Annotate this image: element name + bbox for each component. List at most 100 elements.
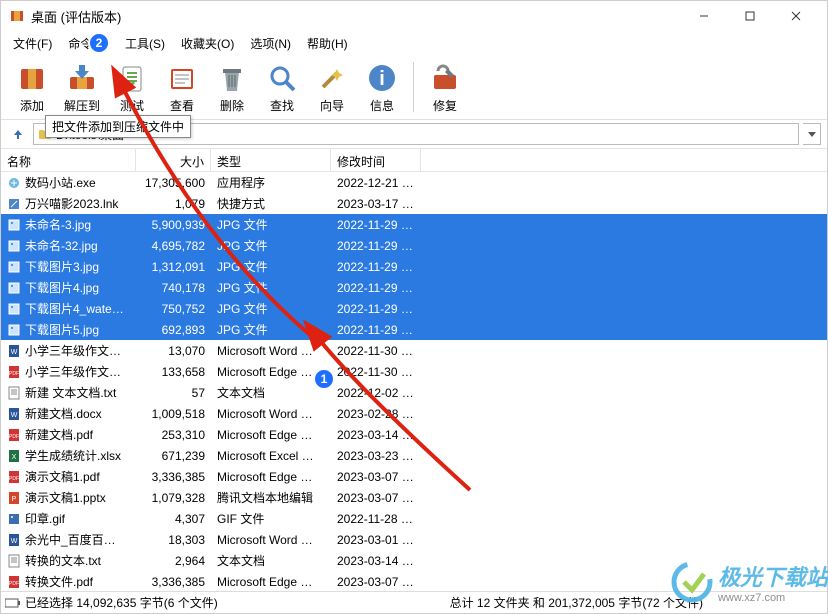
file-date: 2022-11-29 1… bbox=[331, 300, 421, 318]
file-size: 692,893 bbox=[136, 321, 211, 339]
jpg-icon bbox=[7, 239, 21, 253]
annotation-badge-1: 1 bbox=[313, 368, 335, 390]
tool-test[interactable]: 测试 bbox=[107, 58, 157, 116]
close-button[interactable] bbox=[773, 1, 819, 31]
file-type: JPG 文件 bbox=[211, 256, 331, 277]
add-icon bbox=[14, 60, 50, 96]
tool-delete[interactable]: 删除 bbox=[207, 58, 257, 116]
table-row[interactable]: 下载图片4.jpg740,178JPG 文件2022-11-29 1… bbox=[1, 277, 827, 298]
table-row[interactable]: 下载图片4_wate…750,752JPG 文件2022-11-29 1… bbox=[1, 298, 827, 319]
table-row[interactable]: 万兴喵影2023.lnk1,079快捷方式2023-03-17 1… bbox=[1, 193, 827, 214]
tool-extract[interactable]: 解压到 bbox=[57, 58, 107, 116]
table-row[interactable]: PDF 演示文稿1.pdf 3,336,385Microsoft Edge …202… bbox=[1, 466, 827, 487]
file-size: 4,307 bbox=[136, 510, 211, 528]
svg-text:PDF: PDF bbox=[9, 476, 19, 482]
file-date: 2023-03-07 1… bbox=[331, 468, 421, 486]
file-type: 文本文档 bbox=[211, 550, 331, 571]
delete-icon bbox=[214, 60, 250, 96]
column-header: 名称 大小 类型 修改时间 bbox=[1, 148, 827, 172]
table-row[interactable]: W余光中_百度百…18,303Microsoft Word …2023-03-0… bbox=[1, 529, 827, 550]
file-type: Microsoft Word … bbox=[211, 342, 331, 360]
table-row[interactable]: 数码小站.exe17,305,600应用程序2022-12-21 1… bbox=[1, 172, 827, 193]
file-name: 学生成绩统计.xlsx bbox=[25, 447, 121, 464]
table-row[interactable]: 未命名-3.jpg5,900,939JPG 文件2022-11-29 1… bbox=[1, 214, 827, 235]
menu-2[interactable]: 工具(S) bbox=[117, 33, 173, 54]
file-date: 2022-11-29 1… bbox=[331, 258, 421, 276]
file-type: JPG 文件 bbox=[211, 298, 331, 319]
tool-repair[interactable]: 修复 bbox=[420, 58, 470, 116]
exe-icon bbox=[7, 176, 21, 190]
file-date: 2023-03-14 1… bbox=[331, 426, 421, 444]
tool-label: 查找 bbox=[270, 97, 294, 114]
menubar: 文件(F)命令(C)工具(S)收藏夹(O)选项(N)帮助(H) bbox=[1, 31, 827, 55]
file-size: 671,239 bbox=[136, 447, 211, 465]
file-name: 演示文稿1.pptx bbox=[25, 489, 106, 506]
file-name: 万兴喵影2023.lnk bbox=[25, 195, 118, 212]
pdf-icon: PDF bbox=[7, 470, 21, 484]
info-icon: i bbox=[364, 60, 400, 96]
file-size: 750,752 bbox=[136, 300, 211, 318]
svg-text:W: W bbox=[11, 538, 18, 545]
table-row[interactable]: 未命名-32.jpg4,695,782JPG 文件2022-11-29 1… bbox=[1, 235, 827, 256]
menu-5[interactable]: 帮助(H) bbox=[299, 33, 356, 54]
file-date: 2022-11-29 1… bbox=[331, 279, 421, 297]
menu-3[interactable]: 收藏夹(O) bbox=[173, 33, 242, 54]
find-icon bbox=[264, 60, 300, 96]
file-date: 2022-11-30 9… bbox=[331, 342, 421, 360]
file-type: 快捷方式 bbox=[211, 193, 331, 214]
up-button[interactable] bbox=[7, 123, 29, 145]
watermark-url: www.xz7.com bbox=[718, 592, 828, 604]
jpg-icon bbox=[7, 323, 21, 337]
col-type[interactable]: 类型 bbox=[211, 149, 331, 171]
file-type: Microsoft Edge … bbox=[211, 426, 331, 444]
col-date[interactable]: 修改时间 bbox=[331, 149, 421, 171]
file-name: 转换的文本.txt bbox=[25, 552, 101, 569]
svg-text:PDF: PDF bbox=[9, 581, 19, 587]
file-name: 下载图片4.jpg bbox=[25, 279, 99, 296]
file-date: 2022-11-29 1… bbox=[331, 237, 421, 255]
tooltip: 把文件添加到压缩文件中 bbox=[45, 115, 191, 138]
table-row[interactable]: W小学三年级作文…13,070Microsoft Word …2022-11-3… bbox=[1, 340, 827, 361]
file-name: 新建文档.docx bbox=[25, 405, 102, 422]
file-name: 演示文稿1.pdf bbox=[25, 468, 100, 485]
menu-4[interactable]: 选项(N) bbox=[242, 33, 299, 54]
col-size[interactable]: 大小 bbox=[136, 149, 211, 171]
maximize-button[interactable] bbox=[727, 1, 773, 31]
window-title: 桌面 (评估版本) bbox=[31, 7, 681, 26]
file-size: 3,336,385 bbox=[136, 468, 211, 486]
table-row[interactable]: 印章.gif4,307GIF 文件2022-11-28 1… bbox=[1, 508, 827, 529]
minimize-button[interactable] bbox=[681, 1, 727, 31]
file-list[interactable]: 数码小站.exe17,305,600应用程序2022-12-21 1…万兴喵影2… bbox=[1, 172, 827, 591]
table-row[interactable]: PDF新建文档.pdf253,310Microsoft Edge …2023-0… bbox=[1, 424, 827, 445]
table-row[interactable]: P演示文稿1.pptx1,079,328腾讯文档本地编辑2023-03-07 1… bbox=[1, 487, 827, 508]
file-name: 新建 文本文档.txt bbox=[25, 384, 116, 401]
svg-text:PDF: PDF bbox=[9, 434, 19, 440]
table-row[interactable]: PDF小学三年级作文…133,658Microsoft Edge …2022-1… bbox=[1, 361, 827, 382]
file-size: 3,336,385 bbox=[136, 573, 211, 591]
col-name[interactable]: 名称 bbox=[1, 149, 136, 171]
table-row[interactable]: 下载图片3.jpg1,312,091JPG 文件2022-11-29 1… bbox=[1, 256, 827, 277]
txt-icon bbox=[7, 386, 21, 400]
file-type: Microsoft Word … bbox=[211, 531, 331, 549]
svg-text:X: X bbox=[12, 454, 17, 461]
table-row[interactable]: 新建 文本文档.txt57文本文档2022-12-02 9… bbox=[1, 382, 827, 403]
table-row[interactable]: X学生成绩统计.xlsx671,239Microsoft Excel …2023… bbox=[1, 445, 827, 466]
watermark-text: 极光下载站 bbox=[718, 560, 828, 592]
svg-text:P: P bbox=[12, 496, 17, 503]
tool-find[interactable]: 查找 bbox=[257, 58, 307, 116]
table-row[interactable]: W新建文档.docx1,009,518Microsoft Word …2023-… bbox=[1, 403, 827, 424]
file-date: 2022-11-30 8… bbox=[331, 363, 421, 381]
tool-info[interactable]: i信息 bbox=[357, 58, 407, 116]
file-type: Microsoft Edge … bbox=[211, 468, 331, 486]
tool-view[interactable]: 查看 bbox=[157, 58, 207, 116]
tool-wizard[interactable]: 向导 bbox=[307, 58, 357, 116]
status-total: 总计 12 文件夹 和 201,372,005 字节(72 个文件) bbox=[450, 594, 703, 611]
file-type: Microsoft Word … bbox=[211, 405, 331, 423]
tool-add[interactable]: 添加 bbox=[7, 58, 57, 116]
table-row[interactable]: 下载图片5.jpg692,893JPG 文件2022-11-29 1… bbox=[1, 319, 827, 340]
file-date: 2022-11-28 1… bbox=[331, 510, 421, 528]
menu-0[interactable]: 文件(F) bbox=[5, 33, 60, 54]
jpg-icon bbox=[7, 260, 21, 274]
file-date: 2022-11-29 1… bbox=[331, 216, 421, 234]
address-dropdown[interactable] bbox=[803, 123, 821, 145]
